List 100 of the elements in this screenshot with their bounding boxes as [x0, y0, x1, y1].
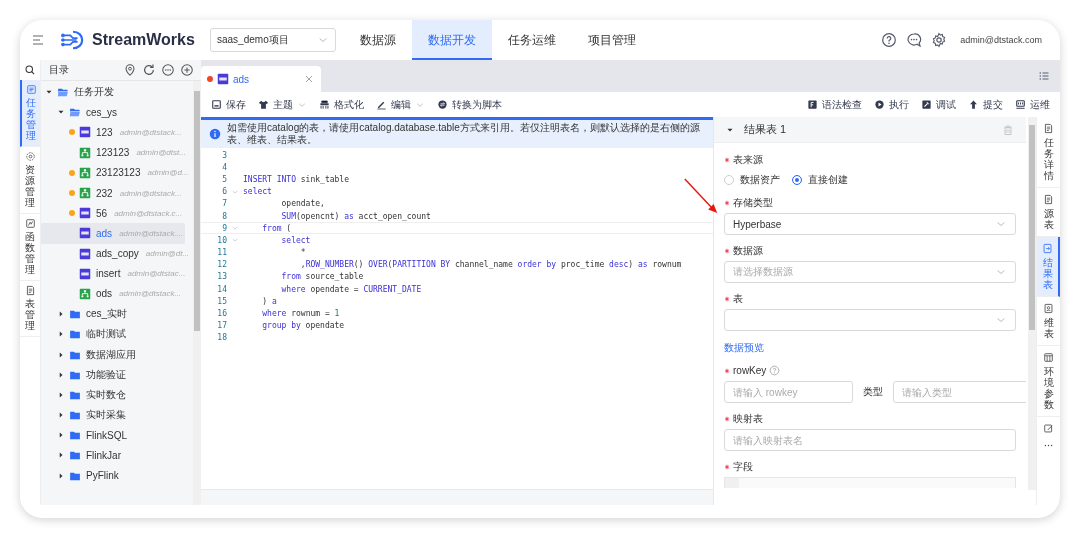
toolbar-button[interactable]: 提交	[968, 97, 1003, 112]
shirt-icon	[258, 99, 269, 110]
tree-item[interactable]: PyFlink	[41, 465, 181, 486]
caret-right-icon[interactable]	[57, 431, 65, 440]
location-icon[interactable]	[123, 63, 137, 77]
tree-item[interactable]: 232 admin@dtstack...	[41, 182, 184, 204]
toolbar-button[interactable]: 执行	[874, 97, 909, 112]
tree-item[interactable]: 任务开发	[41, 82, 181, 103]
preview-link[interactable]: 数据预览	[724, 342, 764, 353]
toolbar-button[interactable]: 编辑	[376, 97, 425, 112]
toolbar-button[interactable]: 格式化	[319, 97, 364, 112]
caret-right-icon[interactable]	[57, 471, 65, 480]
tree-item[interactable]: ods admin@dtstack...	[41, 283, 184, 305]
side-tab[interactable]: 任务详情	[1037, 117, 1060, 188]
caret-right-icon[interactable]	[57, 451, 65, 460]
tree-item[interactable]: 123 admin@dtstack...	[41, 122, 184, 143]
scrollbar[interactable]	[193, 81, 201, 505]
tree-item[interactable]: 实时采集	[41, 405, 181, 426]
caret-right-icon[interactable]	[57, 411, 65, 420]
rail-tab[interactable]: 函数管理	[20, 214, 40, 281]
caret-right-icon[interactable]	[57, 350, 65, 359]
edit-icon[interactable]	[1043, 423, 1054, 434]
code-line: group by opendate	[261, 321, 345, 331]
radio-label[interactable]: 数据资产	[740, 173, 780, 187]
logo-icon	[60, 29, 86, 51]
tree-item[interactable]: ads_copy admin@dt...	[41, 243, 192, 264]
rail-label: 函数管理	[25, 231, 35, 275]
side-tab-icon	[1043, 123, 1054, 134]
nav-tab[interactable]: 项目管理	[572, 20, 652, 60]
input-field[interactable]: 请输入类型	[893, 381, 1026, 403]
rail-tab[interactable]: 任务管理	[20, 80, 40, 147]
tree-item[interactable]: FlinkJar	[41, 445, 181, 466]
more-icon[interactable]	[161, 63, 175, 77]
panel-header[interactable]: 结果表 1	[714, 117, 1026, 143]
search-icon[interactable]	[24, 64, 36, 76]
tree-item[interactable]: 实时数仓	[41, 384, 181, 405]
toolbar-button[interactable]: 调试	[921, 97, 956, 112]
input-field[interactable]: 请输入 rowkey	[724, 381, 853, 403]
input-field[interactable]: 请输入映射表名	[724, 429, 1016, 451]
toolbar-button[interactable]: 语法检查	[807, 97, 862, 112]
tree-item[interactable]: 23123123 admin@d...	[41, 162, 191, 183]
toolbar-button[interactable]: 转换为脚本	[437, 97, 502, 112]
tree-item[interactable]: 临时测试	[41, 324, 181, 345]
monitor-icon	[1015, 99, 1026, 110]
project-select[interactable]: saas_demo项目	[210, 28, 336, 52]
toolbar-button[interactable]: 运维	[1015, 97, 1050, 112]
caret-right-icon[interactable]	[57, 390, 65, 399]
radio-button[interactable]	[792, 175, 802, 185]
nav-tab[interactable]: 数据开发	[412, 20, 492, 60]
nav-tab[interactable]: 任务运维	[492, 20, 572, 60]
tree-item[interactable]: ces_实时	[41, 304, 181, 325]
sql-file-icon	[79, 207, 91, 220]
tree-item[interactable]: insert admin@dtstac...	[41, 263, 188, 284]
caret-right-icon[interactable]	[57, 330, 65, 339]
field-label: rowKey	[733, 365, 767, 376]
side-tab[interactable]: 维表	[1037, 297, 1060, 346]
tree-item[interactable]: 功能验证	[41, 364, 181, 385]
annotation-arrow	[683, 177, 719, 215]
code-line: from (	[261, 223, 292, 233]
side-tab[interactable]: 环境参数	[1037, 346, 1060, 417]
rail-tab[interactable]: 表管理	[20, 281, 40, 337]
add-icon[interactable]	[180, 63, 194, 77]
nav-tab[interactable]: 数据源	[344, 20, 412, 60]
tree-item[interactable]: ces_ys	[41, 102, 181, 123]
select-field[interactable]: Hyperbase	[724, 213, 1016, 235]
tree-item[interactable]: 123123 admin@dtst...	[41, 142, 188, 163]
editor-tab[interactable]: ads	[201, 66, 321, 92]
pen-icon	[376, 99, 387, 110]
tree-item[interactable]: FlinkSQL	[41, 425, 181, 446]
settings-icon[interactable]	[931, 32, 948, 48]
side-tab[interactable]: 结果表	[1037, 237, 1060, 297]
line-number: 4	[221, 162, 227, 172]
tree-item[interactable]: 56 admin@dtstack.c...	[41, 203, 185, 224]
caret-right-icon[interactable]	[57, 310, 65, 319]
side-tab-label: 环境参数	[1043, 366, 1054, 410]
help-icon[interactable]	[881, 32, 898, 48]
field-label: 存储类型	[733, 195, 773, 210]
refresh-icon[interactable]	[142, 63, 156, 77]
toolbar-button[interactable]: 保存	[211, 97, 246, 112]
syntax-icon	[807, 99, 818, 110]
select-field[interactable]	[724, 309, 1016, 331]
toolbar-button[interactable]: 主题	[258, 97, 307, 112]
owner-text: admin@dtstac...	[127, 269, 186, 279]
user-account[interactable]: admin@dtstack.com	[960, 35, 1042, 45]
side-tab-label: 维表	[1043, 317, 1054, 339]
radio-button[interactable]	[724, 175, 734, 185]
chat-icon[interactable]	[906, 32, 923, 48]
scrollbar[interactable]	[1028, 117, 1036, 490]
tree-item[interactable]: 数据湖应用	[41, 344, 181, 365]
sql-file-icon	[79, 227, 91, 240]
caret-right-icon[interactable]	[57, 370, 65, 379]
code-line: *	[299, 248, 306, 258]
line-number: 8	[221, 211, 227, 221]
side-tab-label: 结果表	[1042, 257, 1053, 290]
code-line: SUM(opencnt) as acct_open_count	[280, 211, 431, 221]
rail-tab[interactable]: 资源管理	[20, 147, 40, 214]
side-tab-label: 源表	[1043, 208, 1054, 230]
tree-item[interactable]: ads admin@dtstack....	[41, 223, 186, 244]
radio-label[interactable]: 直接创建	[808, 173, 848, 187]
info-icon	[209, 128, 221, 140]
